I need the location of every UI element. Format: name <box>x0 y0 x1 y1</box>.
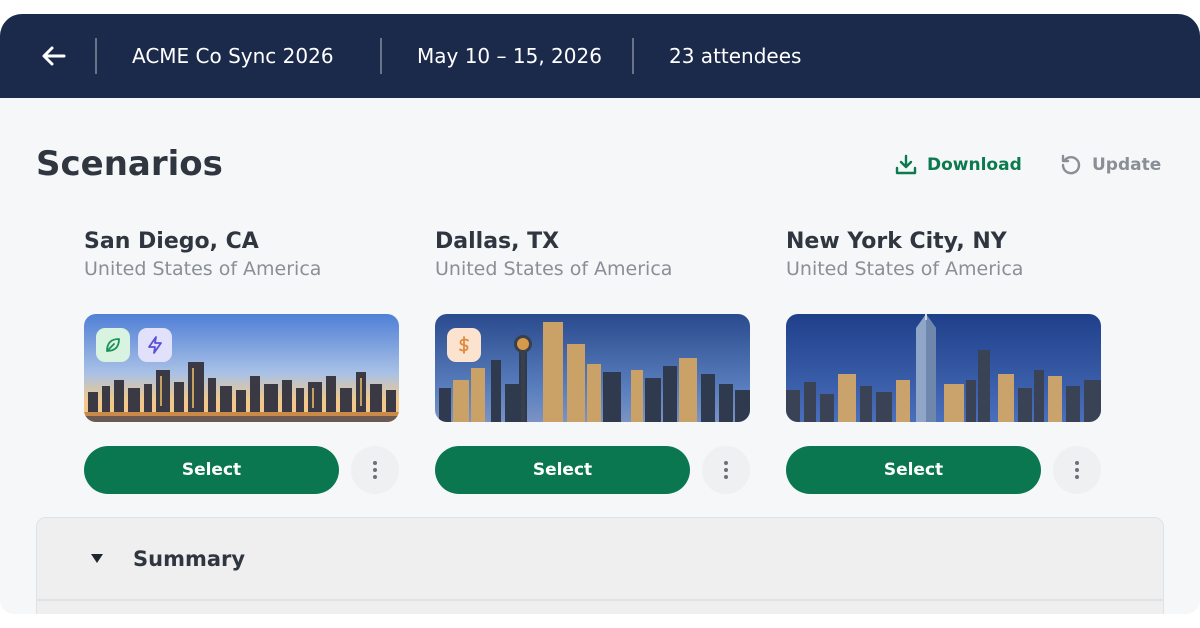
more-options-button[interactable] <box>702 446 750 494</box>
city-name: San Diego, CA <box>84 229 259 254</box>
select-button[interactable]: Select <box>435 446 690 494</box>
country-name: United States of America <box>435 258 673 280</box>
event-name: ACME Co Sync 2026 <box>132 44 334 68</box>
attendee-count: 23 attendees <box>669 44 802 68</box>
scenario-card-san-diego: San Diego, CA United States of America S… <box>84 228 404 494</box>
more-options-button[interactable] <box>351 446 399 494</box>
summary-panel: Summary <box>36 517 1164 614</box>
app-window: ACME Co Sync 2026 May 10 – 15, 2026 23 a… <box>0 14 1200 614</box>
update-label: Update <box>1092 155 1162 175</box>
kebab-menu-icon <box>724 461 728 479</box>
more-options-button[interactable] <box>1053 446 1101 494</box>
city-skyline-image <box>435 314 750 422</box>
header-divider <box>632 38 634 74</box>
back-arrow-icon[interactable] <box>38 40 70 72</box>
country-name: United States of America <box>84 258 322 280</box>
leaf-icon <box>96 328 130 362</box>
event-header: ACME Co Sync 2026 May 10 – 15, 2026 23 a… <box>0 14 1200 98</box>
header-divider <box>95 38 97 74</box>
city-name: Dallas, TX <box>435 229 560 254</box>
download-label: Download <box>927 155 1022 175</box>
scenario-card-new-york: New York City, NY United States of Ameri… <box>786 228 1106 494</box>
lightning-icon <box>138 328 172 362</box>
country-name: United States of America <box>786 258 1024 280</box>
summary-label: Summary <box>133 547 246 571</box>
kebab-menu-icon <box>1075 461 1079 479</box>
select-button[interactable]: Select <box>786 446 1041 494</box>
dollar-icon <box>447 328 481 362</box>
download-button[interactable]: Download <box>893 150 1022 180</box>
select-button[interactable]: Select <box>84 446 339 494</box>
refresh-icon <box>1061 154 1081 175</box>
caret-down-icon <box>91 554 103 563</box>
download-icon <box>895 154 917 175</box>
city-skyline-image <box>786 314 1101 422</box>
update-button[interactable]: Update <box>1058 150 1161 180</box>
kebab-menu-icon <box>373 461 377 479</box>
city-name: New York City, NY <box>786 229 1007 254</box>
event-dates: May 10 – 15, 2026 <box>417 44 602 68</box>
page-title: Scenarios <box>36 144 223 184</box>
summary-toggle[interactable]: Summary <box>37 518 1163 601</box>
scenario-card-dallas: Dallas, TX United States of America Sele… <box>435 228 755 494</box>
header-divider <box>380 38 382 74</box>
city-skyline-image <box>84 314 399 422</box>
